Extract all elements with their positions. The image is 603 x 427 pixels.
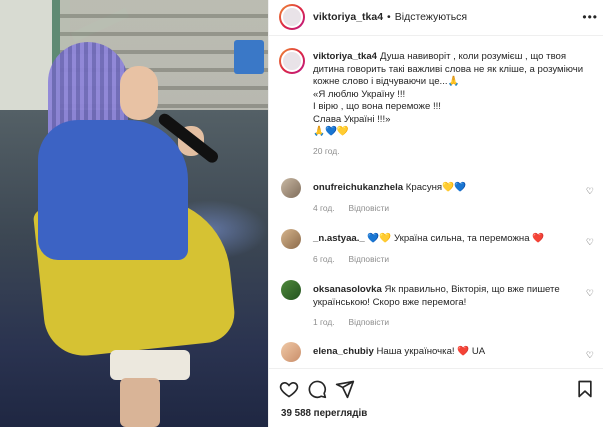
comment-avatar[interactable]	[281, 280, 301, 300]
heart-icon[interactable]: ♡	[586, 350, 594, 361]
following-button[interactable]: Відстежуються	[395, 11, 467, 23]
heart-icon[interactable]	[279, 379, 299, 399]
caption-timestamp: 20 год.	[313, 145, 340, 156]
caption-line: І вірю , що вона переможе !!!	[313, 101, 441, 112]
separator-dot: •	[387, 11, 391, 23]
comment-body: _n.astyaa._ 💙💛 Україна сильна, та перемо…	[313, 233, 575, 265]
caption-body: viktoriya_tka4 Душа навиворіт , коли розу…	[313, 51, 595, 157]
caption-line: 🙏💙💛	[313, 126, 349, 137]
paper-plane-icon[interactable]	[335, 379, 355, 399]
heart-icon[interactable]: ♡	[586, 237, 594, 248]
comment-item: elena_chubiy Наша україночка! ❤️ UA ♡	[269, 342, 603, 366]
views-count[interactable]: 39 588 переглядів	[281, 408, 367, 419]
reply-button[interactable]: Відповісти	[349, 317, 390, 327]
comment-time: 1 год.	[313, 317, 335, 327]
comment-item: _n.astyaa._ 💙💛 Україна сильна, та перемо…	[269, 229, 603, 269]
heart-icon[interactable]: ♡	[586, 288, 594, 299]
reply-button[interactable]: Відповісти	[349, 203, 390, 213]
post-header: viktoriya_tka4 • Відстежуються •••	[269, 0, 603, 36]
caption-username[interactable]: viktoriya_tka4	[313, 51, 377, 62]
ellipsis-icon[interactable]: •••	[582, 10, 598, 24]
post-media[interactable]	[0, 0, 268, 427]
comment-body: onufreichukanzhela Красуня💛💙 4 год. Відпо…	[313, 182, 575, 214]
comment-avatar[interactable]	[281, 342, 301, 362]
reply-button[interactable]: Відповісти	[349, 254, 390, 264]
comment-avatar[interactable]	[281, 178, 301, 198]
comment-username[interactable]: onufreichukanzhela	[313, 182, 403, 193]
author-username[interactable]: viktoriya_tka4	[313, 11, 383, 23]
flag-blue	[38, 120, 188, 260]
comment-username[interactable]: elena_chubiy	[313, 346, 374, 357]
girl-legs	[120, 378, 160, 427]
comment-body: oksanasolovka Як правильно, Вікторія, що…	[313, 284, 575, 329]
caption-avatar[interactable]	[279, 48, 305, 74]
comment-text: Красуня💛💙	[405, 182, 467, 193]
comment-meta: 4 год. Відповісти	[313, 202, 575, 215]
post-side-panel: viktoriya_tka4 • Відстежуються ••• viktori…	[268, 0, 603, 427]
action-bar	[269, 368, 603, 404]
comment-body: elena_chubiy Наша україночка! ❤️ UA	[313, 346, 575, 359]
girl-dress	[110, 350, 190, 380]
caption-line: «Я люблю Україну !!!	[313, 88, 406, 100]
comment-text: 💙💛 Україна сильна, та переможна ❤️	[367, 233, 545, 244]
bookmark-icon[interactable]	[575, 379, 595, 399]
author-avatar[interactable]	[279, 4, 305, 30]
caption-line: Слава Україні !!!»	[313, 113, 391, 125]
comment-meta: 1 год. Відповісти	[313, 316, 575, 329]
comment-item: onufreichukanzhela Красуня💛💙 4 год. Відпо…	[269, 178, 603, 218]
comment-meta: 6 год. Відповісти	[313, 253, 575, 266]
header-text: viktoriya_tka4 • Відстежуються	[313, 11, 467, 23]
comment-time: 6 год.	[313, 253, 335, 264]
comment-icon[interactable]	[307, 379, 327, 399]
girl-face	[120, 66, 158, 120]
comment-item: oksanasolovka Як правильно, Вікторія, що…	[269, 280, 603, 327]
comment-text: Наша україночка! ❤️ UA	[376, 346, 486, 357]
comment-avatar[interactable]	[281, 229, 301, 249]
comment-username[interactable]: _n.astyaa._	[313, 233, 365, 244]
comment-username[interactable]: oksanasolovka	[313, 284, 382, 295]
background-wall	[0, 0, 52, 110]
background-speaker	[234, 40, 264, 74]
comment-time: 4 год.	[313, 202, 335, 213]
heart-icon[interactable]: ♡	[586, 186, 594, 197]
